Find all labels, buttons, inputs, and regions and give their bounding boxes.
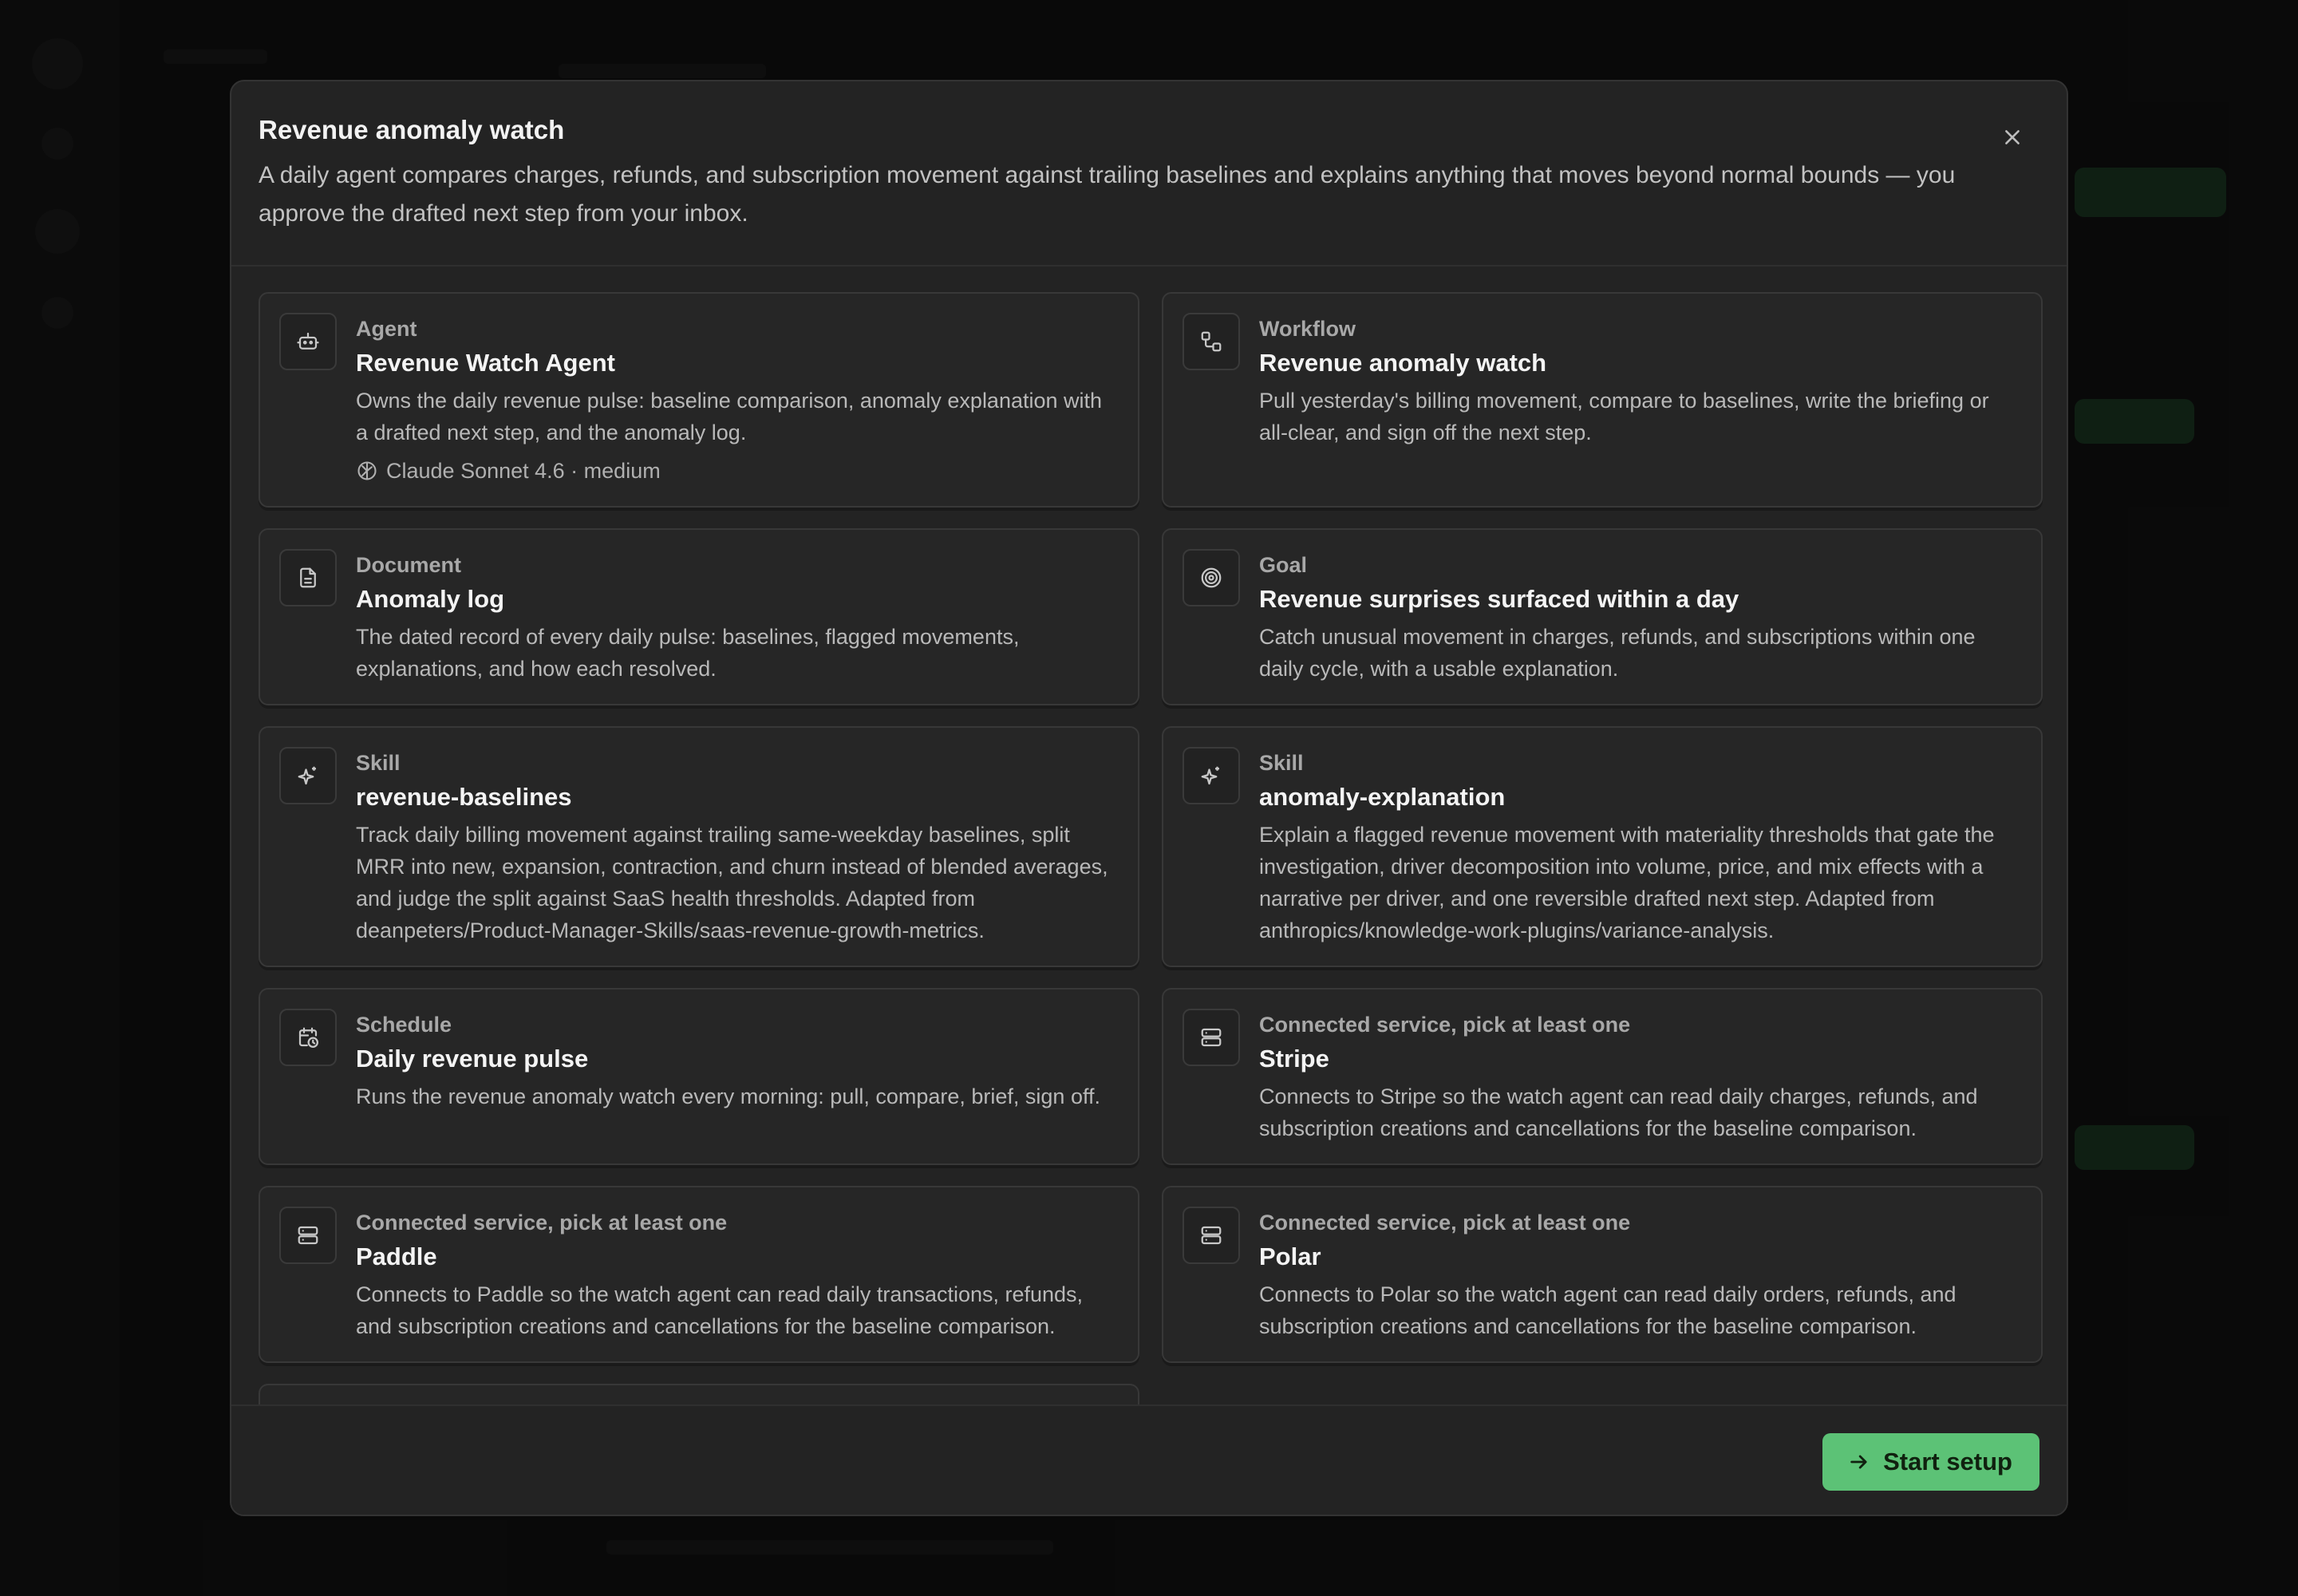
card-description: Runs the revenue anomaly watch every mor… bbox=[356, 1084, 1100, 1108]
card-title: Revenue anomaly watch bbox=[1259, 349, 1547, 377]
model-info: Claude Sonnet 4.6 · medium bbox=[356, 455, 1119, 487]
card-description: Explain a flagged revenue movement with … bbox=[1259, 823, 1995, 942]
card-description: The dated record of every daily pulse: b… bbox=[356, 625, 1020, 681]
card-description: Connects to Polar so the watch agent can… bbox=[1259, 1282, 1956, 1338]
card-description: Connects to Paddle so the watch agent ca… bbox=[356, 1282, 1084, 1338]
arrow-right-icon bbox=[1850, 1455, 1867, 1469]
setup-dialog: Revenue anomaly watch A daily agent comp… bbox=[230, 80, 2068, 1516]
dialog-footer: Start setup bbox=[231, 1404, 2067, 1515]
start-setup-button[interactable]: Start setup bbox=[1822, 1433, 2039, 1491]
dialog-body[interactable]: Agent Revenue Watch Agent Owns the daily… bbox=[259, 292, 2043, 1487]
dialog-title: Revenue anomaly watch bbox=[259, 115, 565, 144]
card-service-polar[interactable]: Connected service, pick at least one Pol… bbox=[1162, 1186, 2043, 1363]
card-schedule[interactable]: Schedule Daily revenue pulse Runs the re… bbox=[259, 988, 1139, 1165]
close-button[interactable] bbox=[1992, 117, 2033, 158]
card-title: Stripe bbox=[1259, 1045, 1329, 1073]
server-icon bbox=[1183, 1207, 1240, 1264]
dialog-description: A daily agent compares charges, refunds,… bbox=[259, 162, 1956, 227]
calendar-clock-icon bbox=[279, 1009, 337, 1066]
sparkle-icon bbox=[1183, 747, 1240, 804]
card-title: revenue-baselines bbox=[356, 783, 572, 811]
card-title: anomaly-explanation bbox=[1259, 783, 1506, 811]
card-skill[interactable]: Skill revenue-baselines Track daily bill… bbox=[259, 726, 1139, 967]
server-icon bbox=[279, 1207, 337, 1264]
card-goal[interactable]: Goal Revenue surprises surfaced within a… bbox=[1162, 528, 2043, 705]
card-description: Connects to Stripe so the watch agent ca… bbox=[1259, 1084, 1978, 1140]
card-title: Revenue Watch Agent bbox=[356, 349, 615, 377]
card-description: Catch unusual movement in charges, refun… bbox=[1259, 625, 1976, 681]
component-grid: Agent Revenue Watch Agent Owns the daily… bbox=[259, 292, 2043, 1416]
sparkle-icon bbox=[279, 747, 337, 804]
card-description: Track daily billing movement against tra… bbox=[356, 823, 1108, 942]
card-type: Goal bbox=[1259, 553, 1308, 577]
card-type: Agent bbox=[356, 317, 417, 341]
card-title: Paddle bbox=[356, 1242, 437, 1270]
card-type: Skill bbox=[1259, 751, 1304, 775]
card-type: Connected service, pick at least one bbox=[356, 1211, 728, 1235]
model-label: Claude Sonnet 4.6 · medium bbox=[386, 459, 661, 483]
workflow-icon bbox=[1183, 313, 1240, 370]
card-type: Workflow bbox=[1259, 317, 1356, 341]
card-title: Polar bbox=[1259, 1242, 1321, 1270]
target-icon bbox=[1183, 549, 1240, 606]
card-service-paddle[interactable]: Connected service, pick at least one Pad… bbox=[259, 1186, 1139, 1363]
card-skill[interactable]: Skill anomaly-explanation Explain a flag… bbox=[1162, 726, 2043, 967]
close-icon bbox=[2005, 130, 2020, 144]
card-description: Pull yesterday's billing movement, compa… bbox=[1259, 389, 1989, 444]
card-type: Schedule bbox=[356, 1013, 452, 1037]
card-agent[interactable]: Agent Revenue Watch Agent Owns the daily… bbox=[259, 292, 1139, 508]
dialog-header: Revenue anomaly watch A daily agent comp… bbox=[231, 81, 2067, 267]
card-type: Skill bbox=[356, 751, 401, 775]
card-title: Anomaly log bbox=[356, 585, 505, 613]
robot-icon bbox=[279, 313, 337, 370]
card-workflow[interactable]: Workflow Revenue anomaly watch Pull yest… bbox=[1162, 292, 2043, 508]
card-service-stripe[interactable]: Connected service, pick at least one Str… bbox=[1162, 988, 2043, 1165]
card-type: Document bbox=[356, 553, 462, 577]
card-document[interactable]: Document Anomaly log The dated record of… bbox=[259, 528, 1139, 705]
server-icon bbox=[1183, 1009, 1240, 1066]
model-icon bbox=[357, 461, 377, 480]
card-title: Daily revenue pulse bbox=[356, 1045, 589, 1073]
card-type: Connected service, pick at least one bbox=[1259, 1013, 1631, 1037]
card-type: Connected service, pick at least one bbox=[1259, 1211, 1631, 1235]
start-setup-label: Start setup bbox=[1883, 1448, 2012, 1476]
card-description: Owns the daily revenue pulse: baseline c… bbox=[356, 389, 1103, 444]
card-title: Revenue surprises surfaced within a day bbox=[1259, 585, 1739, 613]
document-icon bbox=[279, 549, 337, 606]
